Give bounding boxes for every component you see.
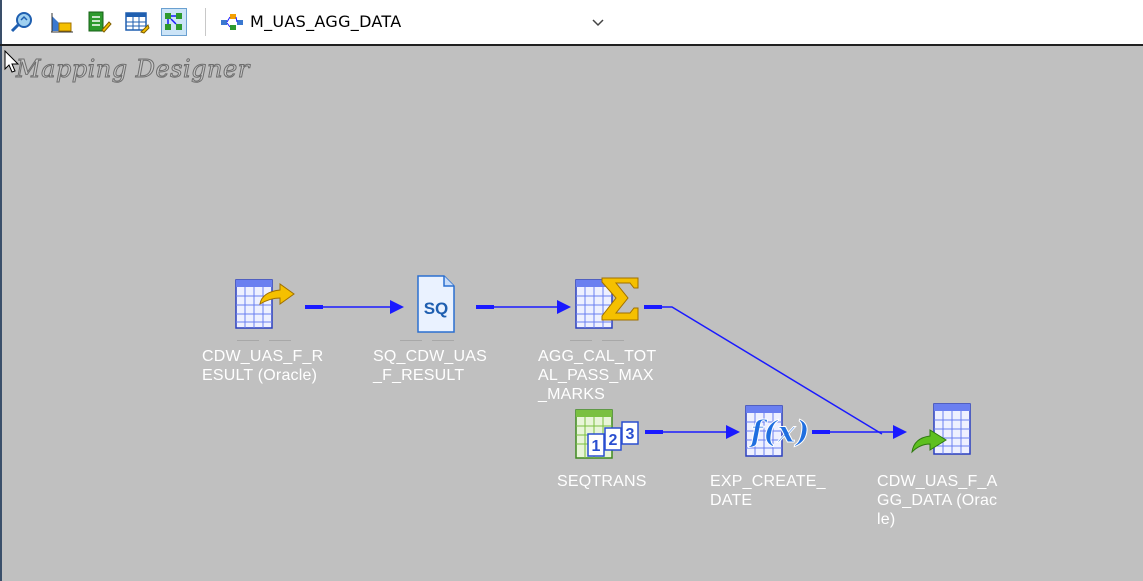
link-sq-to-agg[interactable]: [476, 300, 571, 314]
label-line: le): [877, 511, 896, 528]
svg-text:f(x): f(x): [748, 415, 809, 450]
label-line: _MARKS: [538, 386, 605, 403]
port-marker: [237, 340, 259, 341]
sequence-generator-icon: 1 2 3: [575, 409, 639, 459]
svg-text:SQ: SQ: [424, 299, 449, 318]
port-marker: [432, 340, 454, 341]
toolbar-separator: [205, 8, 206, 36]
node-aggregator[interactable]: [572, 272, 644, 338]
label-line: SEQTRANS: [557, 473, 647, 490]
svg-text:3: 3: [626, 426, 635, 443]
expression-icon: f(x): [745, 405, 810, 457]
node-source-qualifier-label: SQ_CDW_UAS _F_RESULT: [373, 347, 487, 385]
label-line: _F_RESULT: [373, 367, 465, 384]
node-source-label: CDW_UAS_F_R ESULT (Oracle): [202, 347, 323, 385]
iconic-view-icon[interactable]: [161, 8, 187, 36]
node-target[interactable]: [908, 400, 980, 466]
mapping-select-value: M_UAS_AGG_DATA: [250, 12, 402, 31]
link-exp-to-target[interactable]: [812, 425, 907, 439]
chevron-down-icon[interactable]: [590, 14, 606, 34]
target-definition-icon: [911, 403, 971, 455]
link-source-to-sq[interactable]: [305, 300, 404, 314]
label-line: DATE: [710, 492, 753, 509]
node-sequence-label: SEQTRANS: [557, 472, 647, 491]
port-marker: [269, 340, 291, 341]
label-line: CDW_UAS_F_A: [877, 473, 998, 490]
node-expression-label: EXP_CREATE_ DATE: [710, 472, 826, 510]
node-target-label: CDW_UAS_F_A GG_DATA (Orac le): [877, 472, 997, 529]
node-source-qualifier[interactable]: SQ: [410, 272, 460, 340]
aggregator-icon: [575, 277, 639, 329]
source-definition-icon: [235, 279, 295, 329]
port-marker: [602, 340, 624, 341]
node-source[interactable]: [232, 274, 302, 338]
port-marker: [400, 340, 422, 341]
svg-text:1: 1: [592, 438, 601, 455]
port-marker: [570, 340, 592, 341]
label-line: CDW_UAS_F_R: [202, 348, 324, 365]
label-line: AGG_CAL_TOT: [538, 348, 657, 365]
table-grid-icon[interactable]: [124, 8, 150, 36]
node-sequence[interactable]: 1 2 3: [572, 406, 644, 466]
mapping-icon: [220, 12, 244, 36]
mapping-select[interactable]: M_UAS_AGG_DATA: [214, 8, 610, 36]
mapping-canvas[interactable]: Mapping Designer CDW_UAS_F_R ESULT (Orac…: [2, 46, 1143, 581]
source-qualifier-icon: SQ: [417, 275, 455, 333]
label-line: EXP_CREATE_: [710, 473, 826, 490]
edit-list-icon[interactable]: [86, 8, 112, 36]
node-aggregator-label: AGG_CAL_TOT AL_PASS_MAX _MARKS: [538, 347, 656, 404]
label-line: SQ_CDW_UAS: [373, 348, 488, 365]
label-line: GG_DATA (Orac: [877, 492, 998, 509]
label-line: AL_PASS_MAX: [538, 367, 654, 384]
link-seq-to-exp[interactable]: [645, 425, 740, 439]
svg-text:2: 2: [609, 432, 618, 449]
label-line: ESULT (Oracle): [202, 367, 318, 384]
node-expression[interactable]: f(x): [740, 398, 816, 466]
arrange-icon[interactable]: [49, 8, 75, 36]
toolbar: M_UAS_AGG_DATA: [2, 0, 1143, 44]
find-icon[interactable]: [10, 8, 36, 36]
